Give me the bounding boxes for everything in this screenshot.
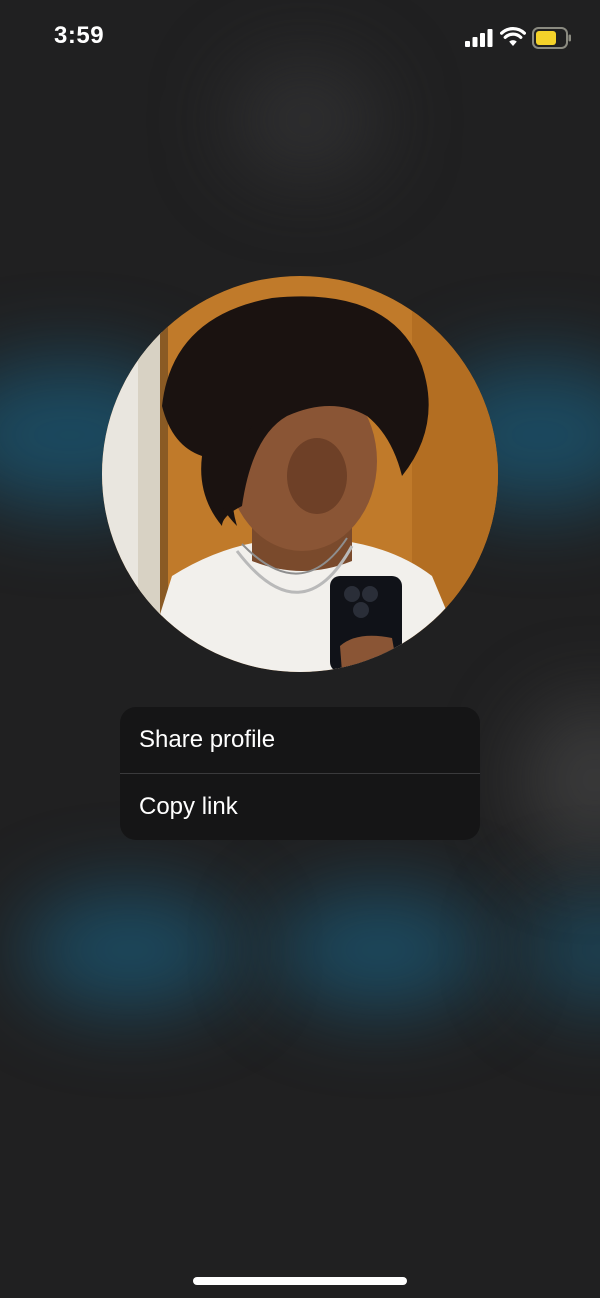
home-indicator[interactable] <box>193 1277 407 1285</box>
background-blur <box>520 890 600 1010</box>
share-profile-label: Share profile <box>139 726 276 753</box>
status-bar: 3:59 <box>0 0 600 80</box>
background-blur <box>270 890 490 1010</box>
share-profile-screen: 3:59 Share profile Copy link <box>0 0 600 1298</box>
wifi-icon <box>500 27 526 46</box>
background-blur <box>520 700 600 860</box>
profile-photo <box>102 276 498 672</box>
copy-link-label: Copy link <box>139 793 238 820</box>
signal-icon <box>465 29 493 47</box>
share-menu: Share profile Copy link <box>120 707 480 840</box>
profile-avatar[interactable] <box>102 276 498 672</box>
copy-link-button[interactable]: Copy link <box>120 774 480 840</box>
share-profile-button[interactable]: Share profile <box>120 707 480 773</box>
battery-icon <box>532 27 571 49</box>
status-time: 3:59 <box>54 22 105 49</box>
background-blur <box>20 890 240 1010</box>
